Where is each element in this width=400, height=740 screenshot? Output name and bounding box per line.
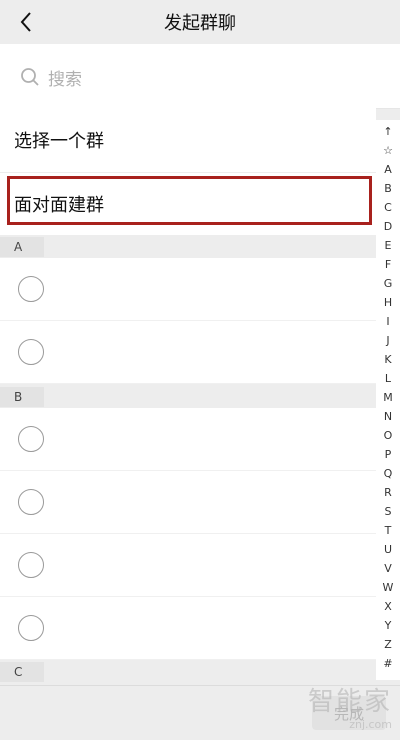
- page-title: 发起群聊: [164, 13, 236, 34]
- index-item[interactable]: X: [376, 600, 400, 614]
- watermark-brand: 智能家: [307, 687, 392, 717]
- index-item[interactable]: V: [376, 562, 400, 576]
- search-icon: [21, 68, 39, 86]
- index-item[interactable]: D: [376, 220, 400, 234]
- index-item[interactable]: U: [376, 543, 400, 557]
- index-item[interactable]: ☆: [376, 144, 400, 158]
- index-item[interactable]: A: [376, 163, 400, 177]
- radio-button[interactable]: [18, 615, 44, 641]
- search-area: 搜索: [0, 44, 400, 109]
- section-letter-a: A: [14, 240, 23, 254]
- watermark-url: znj.com: [349, 718, 392, 731]
- alphabet-index[interactable]: ↑ ☆ A B C D E F G H I J K L M N O P Q R …: [376, 120, 400, 680]
- index-item[interactable]: N: [376, 410, 400, 424]
- watermark: 智能家 znj.com: [308, 681, 392, 731]
- radio-button[interactable]: [18, 489, 44, 515]
- chevron-left-icon: [20, 12, 31, 32]
- index-item[interactable]: G: [376, 277, 400, 291]
- section-letter-c: C: [14, 665, 23, 679]
- highlight-box: [7, 176, 372, 225]
- search-input[interactable]: 搜索: [20, 64, 82, 90]
- index-item[interactable]: K: [376, 353, 400, 367]
- contact-row[interactable]: [0, 471, 376, 534]
- index-item[interactable]: S: [376, 505, 400, 519]
- index-item[interactable]: O: [376, 429, 400, 443]
- contact-row[interactable]: [0, 597, 376, 660]
- index-item[interactable]: T: [376, 524, 400, 538]
- index-item[interactable]: J: [376, 334, 400, 348]
- index-item[interactable]: #: [376, 657, 400, 671]
- index-item[interactable]: C: [376, 201, 400, 215]
- select-group-label: 选择一个群: [14, 131, 104, 152]
- index-item[interactable]: L: [376, 372, 400, 386]
- radio-button[interactable]: [18, 339, 44, 365]
- index-item[interactable]: R: [376, 486, 400, 500]
- index-item[interactable]: B: [376, 182, 400, 196]
- section-header-a: A: [0, 237, 376, 257]
- radio-button[interactable]: [18, 426, 44, 452]
- section-header-c: C: [0, 662, 376, 682]
- index-item[interactable]: H: [376, 296, 400, 310]
- index-item[interactable]: W: [376, 581, 400, 595]
- index-item[interactable]: E: [376, 239, 400, 253]
- search-placeholder: 搜索: [48, 69, 82, 90]
- radio-button[interactable]: [18, 552, 44, 578]
- back-button[interactable]: [12, 8, 40, 36]
- section-header-b: B: [0, 387, 376, 407]
- header-bar: 发起群聊: [0, 0, 400, 44]
- index-item[interactable]: Q: [376, 467, 400, 481]
- radio-button[interactable]: [18, 276, 44, 302]
- index-item[interactable]: Z: [376, 638, 400, 652]
- index-item[interactable]: ↑: [376, 125, 400, 139]
- contact-row[interactable]: [0, 408, 376, 471]
- contact-row[interactable]: [0, 321, 376, 384]
- section-letter-b: B: [14, 390, 23, 404]
- index-item[interactable]: M: [376, 391, 400, 405]
- index-item[interactable]: I: [376, 315, 400, 329]
- select-group-row[interactable]: 选择一个群: [0, 108, 376, 173]
- index-item[interactable]: P: [376, 448, 400, 462]
- index-item[interactable]: Y: [376, 619, 400, 633]
- index-item[interactable]: F: [376, 258, 400, 272]
- contact-row[interactable]: [0, 534, 376, 597]
- contact-row[interactable]: [0, 258, 376, 321]
